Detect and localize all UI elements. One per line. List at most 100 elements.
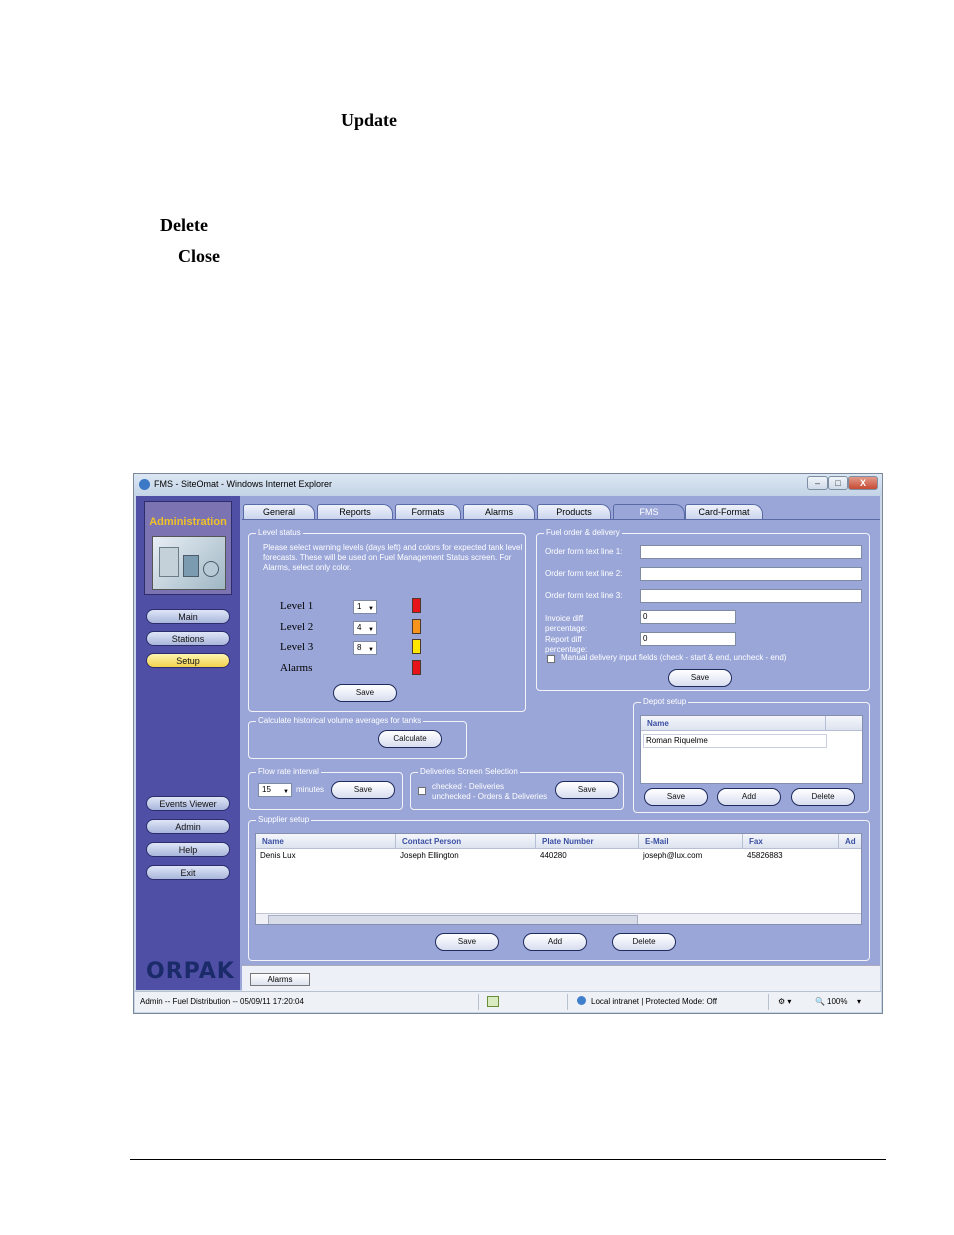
chevron-down-icon: ▼ <box>368 627 374 633</box>
nav-setup-button[interactable]: Setup <box>146 653 230 668</box>
nav-main-button[interactable]: Main <box>146 609 230 624</box>
tab-alarms[interactable]: Alarms <box>463 504 535 520</box>
doc-word-close: Close <box>178 246 220 266</box>
tab-products[interactable]: Products <box>537 504 611 520</box>
depot-setup-title: Depot setup <box>641 697 689 707</box>
flow-rate-group: Flow rate interval 15 ▼ minutes Save <box>248 767 403 810</box>
supplier-delete-button[interactable]: Delete <box>612 933 676 951</box>
page-status-icon <box>487 996 499 1007</box>
supplier-col-name[interactable]: Name <box>256 834 396 849</box>
supplier-col-address[interactable]: Ad <box>839 834 861 849</box>
ie-icon <box>139 479 150 490</box>
status-separator <box>567 994 568 1010</box>
manual-delivery-checkbox[interactable] <box>547 655 555 663</box>
deliveries-unchecked-label: unchecked - Orders & Deliveries <box>432 792 548 801</box>
depot-save-button[interactable]: Save <box>644 788 708 806</box>
maximize-button[interactable]: □ <box>828 476 848 490</box>
invoice-diff-input[interactable]: 0 <box>640 610 736 624</box>
exit-button[interactable]: Exit <box>146 865 230 880</box>
protected-mode-icon[interactable]: ⚙ ▾ <box>778 997 791 1006</box>
depot-delete-button[interactable]: Delete <box>791 788 855 806</box>
report-diff-input[interactable]: 0 <box>640 632 736 646</box>
supplier-cell-name[interactable]: Denis Lux <box>258 850 296 862</box>
level-1-select[interactable]: 1 ▼ <box>353 600 377 614</box>
status-bar: Admin -- Fuel Distribution -- 05/09/11 1… <box>135 991 881 1012</box>
fuel-order-save-button[interactable]: Save <box>668 669 732 687</box>
alarms-color-swatch[interactable] <box>412 660 421 675</box>
level-3-select[interactable]: 8 ▼ <box>353 641 377 655</box>
manual-delivery-label: Manual delivery input fields (check - st… <box>561 653 787 662</box>
close-window-button[interactable]: X <box>848 476 878 490</box>
supplier-cell-plate[interactable]: 440280 <box>538 850 567 862</box>
admin-button[interactable]: Admin <box>146 819 230 834</box>
supplier-col-plate[interactable]: Plate Number <box>536 834 639 849</box>
deliveries-checked-label: checked - Deliveries <box>432 782 505 791</box>
level-2-select[interactable]: 4 ▼ <box>353 621 377 635</box>
depot-column-filler <box>826 716 862 731</box>
scrollbar-thumb[interactable] <box>268 915 638 924</box>
nav-stations-button[interactable]: Stations <box>146 631 230 646</box>
fuel-order-group: Fuel order & delivery Order form text li… <box>536 528 870 691</box>
order-line1-label: Order form text line 1: <box>545 547 623 556</box>
supplier-horizontal-scrollbar[interactable] <box>256 913 861 924</box>
sidebar: Administration Main Stations Setup Event… <box>136 496 240 990</box>
doc-word-update: Update <box>341 110 398 130</box>
supplier-cell-email[interactable]: joseph@lux.com <box>641 850 702 862</box>
flow-rate-save-button[interactable]: Save <box>331 781 395 799</box>
window-title: FMS - SiteOmat - Windows Internet Explor… <box>154 479 333 489</box>
fuel-order-title: Fuel order & delivery <box>544 528 622 538</box>
supplier-col-email[interactable]: E-Mail <box>639 834 743 849</box>
supplier-save-button[interactable]: Save <box>435 933 499 951</box>
chevron-down-icon: ▼ <box>283 789 289 795</box>
order-line3-input[interactable] <box>640 589 862 603</box>
depot-add-button[interactable]: Add <box>717 788 781 806</box>
supplier-cell-fax[interactable]: 45826883 <box>745 850 783 862</box>
module-title: Administration <box>149 516 227 528</box>
level-2-color-swatch[interactable] <box>412 619 421 634</box>
events-viewer-button[interactable]: Events Viewer <box>146 796 230 811</box>
supplier-col-contact[interactable]: Contact Person <box>396 834 536 849</box>
order-line3-label: Order form text line 3: <box>545 591 623 600</box>
depot-setup-group: Depot setup Name Roman Riquelme Save Add… <box>633 697 870 813</box>
title-bar: FMS - SiteOmat - Windows Internet Explor… <box>134 474 882 496</box>
depot-grid[interactable]: Name Roman Riquelme <box>640 715 863 784</box>
report-diff-label: Report diff percentage: <box>545 635 588 654</box>
supplier-setup-title: Supplier setup <box>256 815 312 825</box>
tab-card-format[interactable]: Card-Format <box>685 504 763 520</box>
status-separator <box>478 994 479 1010</box>
flow-rate-title: Flow rate interval <box>256 767 321 777</box>
supplier-col-fax[interactable]: Fax <box>743 834 839 849</box>
deliveries-selection-title: Deliveries Screen Selection <box>418 767 520 777</box>
zoom-level[interactable]: 100% <box>827 997 847 1006</box>
zoom-dropdown-icon[interactable]: ▾ <box>857 997 861 1006</box>
flow-rate-select[interactable]: 15 ▼ <box>258 783 292 797</box>
tab-fms[interactable]: FMS <box>613 504 685 520</box>
tab-underline <box>242 519 880 520</box>
order-line1-input[interactable] <box>640 545 862 559</box>
status-left-text: Admin -- Fuel Distribution -- 05/09/11 1… <box>140 997 304 1006</box>
order-line2-input[interactable] <box>640 567 862 581</box>
tab-general[interactable]: General <box>243 504 315 520</box>
deliveries-checkbox[interactable] <box>418 787 426 795</box>
depot-column-name[interactable]: Name <box>641 716 826 731</box>
zoom-icon[interactable]: 🔍 <box>815 997 825 1006</box>
admin-illustration-icon <box>152 536 226 590</box>
calculate-button[interactable]: Calculate <box>378 730 442 748</box>
chevron-down-icon: ▼ <box>368 647 374 653</box>
historical-averages-group: Calculate historical volume averages for… <box>248 716 467 759</box>
footer-rule <box>130 1159 886 1160</box>
alarms-button[interactable]: Alarms <box>250 973 310 986</box>
level-3-color-swatch[interactable] <box>412 639 421 654</box>
supplier-add-button[interactable]: Add <box>523 933 587 951</box>
supplier-grid[interactable]: Name Contact Person Plate Number E-Mail … <box>255 833 862 925</box>
tab-formats[interactable]: Formats <box>395 504 461 520</box>
app-client: Administration Main Stations Setup Event… <box>136 496 880 991</box>
deliveries-save-button[interactable]: Save <box>555 781 619 799</box>
minimize-button[interactable]: – <box>807 476 828 490</box>
help-button[interactable]: Help <box>146 842 230 857</box>
depot-row[interactable]: Roman Riquelme <box>643 734 827 748</box>
level-1-color-swatch[interactable] <box>412 598 421 613</box>
tab-reports[interactable]: Reports <box>317 504 393 520</box>
supplier-cell-contact[interactable]: Joseph Ellington <box>398 850 459 862</box>
level-status-save-button[interactable]: Save <box>333 684 397 702</box>
